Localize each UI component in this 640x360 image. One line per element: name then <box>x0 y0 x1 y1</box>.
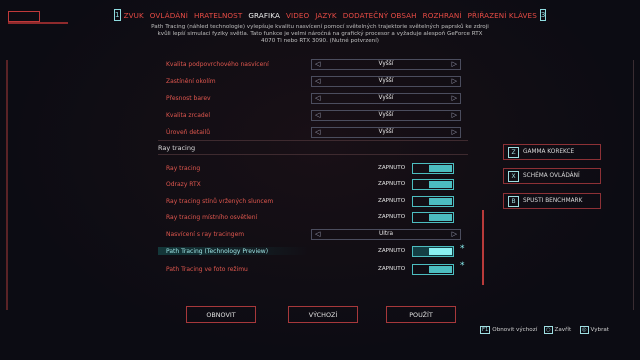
button-label: SCHÉMA OVLÁDÁNÍ <box>523 173 580 179</box>
select-button-icon: ◎ <box>580 326 589 334</box>
run-benchmark-button[interactable]: B SPUSTI BENCHMARK <box>503 193 601 209</box>
f1-key-icon: F1 <box>480 326 491 334</box>
hint-label: Obnovit výchozí <box>492 327 538 333</box>
asterisk-marker-icon: * <box>460 261 465 271</box>
header-logo-bar <box>8 22 68 24</box>
next-tab-key[interactable]: 3 <box>539 9 547 21</box>
header-logo-box <box>8 11 40 22</box>
right-frame-line <box>633 60 634 310</box>
hint-label: Zavřít <box>554 327 572 333</box>
hint-close[interactable]: ○ Zavřít <box>544 326 571 334</box>
tab-zvuk[interactable]: ZVUK <box>124 11 144 20</box>
toggle-label: Path Tracing ve foto režimu <box>166 265 248 273</box>
circle-button-icon: ○ <box>544 326 553 334</box>
toggle-switch[interactable] <box>412 245 454 257</box>
key-hint: X <box>508 170 519 182</box>
control-scheme-button[interactable]: X SCHÉMA OVLÁDÁNÍ <box>503 168 601 184</box>
default-button[interactable]: VÝCHOZÍ <box>288 306 358 323</box>
button-label: GAMMA KOREKCE <box>523 149 575 155</box>
reset-button[interactable]: OBNOVIT <box>186 306 256 323</box>
key-hint: B <box>508 195 519 207</box>
gamma-correction-button[interactable]: Z GAMMA KOREKCE <box>503 144 601 160</box>
left-frame-line <box>6 60 8 310</box>
hint-restore-default[interactable]: F1 Obnovit výchozí <box>480 326 537 334</box>
toggle-row-selected[interactable]: Path Tracing (Technology Preview) ZAPNUT… <box>158 244 468 258</box>
hint-label: Vybrat <box>590 327 609 333</box>
hint-select[interactable]: ◎ Vybrat <box>580 326 609 334</box>
asterisk-marker-icon: * <box>460 244 465 254</box>
key-hint: Z <box>508 146 519 158</box>
toggle-state: ZAPNUTO <box>378 266 406 272</box>
toggle-switch[interactable] <box>412 263 454 275</box>
button-label: SPUSTI BENCHMARK <box>523 198 583 204</box>
prev-tab-key[interactable]: 1 <box>114 9 121 21</box>
toggle-state: ZAPNUTO <box>378 248 406 254</box>
toggle-control[interactable]: ZAPNUTO <box>378 263 454 275</box>
toggle-label: Path Tracing (Technology Preview) <box>166 247 269 255</box>
toggle-control[interactable]: ZAPNUTO <box>378 245 454 257</box>
toggle-row[interactable]: Path Tracing ve foto režimu ZAPNUTO <box>158 262 468 276</box>
apply-button[interactable]: POUŽÍT <box>386 306 456 323</box>
scrollbar[interactable] <box>482 210 484 285</box>
